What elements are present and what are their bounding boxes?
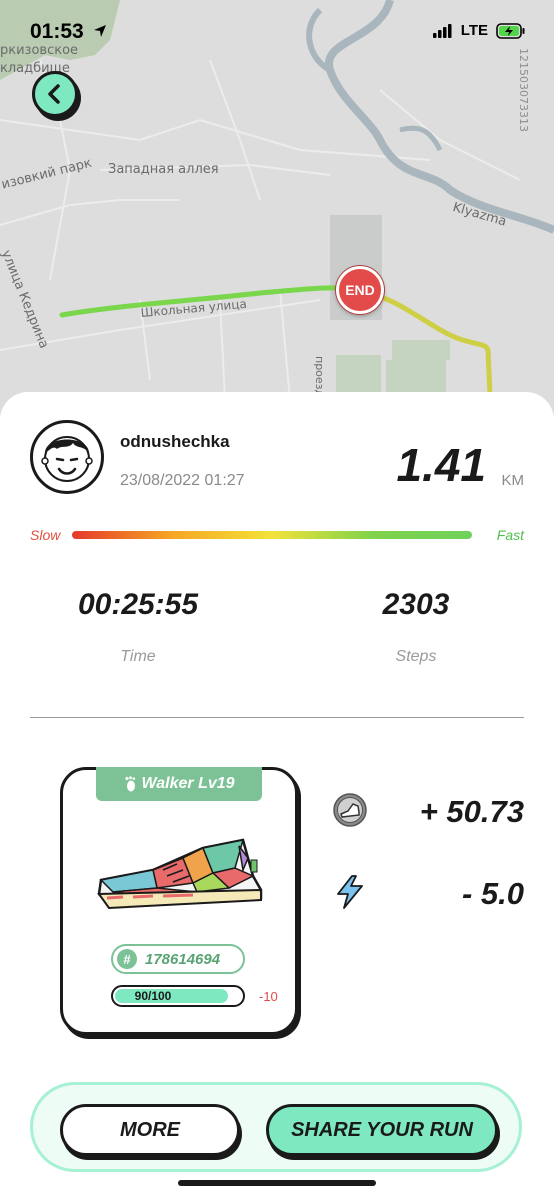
signal-icon xyxy=(432,23,452,38)
sneaker-id: 178614694 xyxy=(145,950,221,968)
avatar-face-icon xyxy=(41,436,93,482)
more-button[interactable]: MORE xyxy=(60,1104,240,1156)
route-end-marker: END xyxy=(336,266,384,314)
energy-value: - 5.0 xyxy=(461,876,524,911)
avatar[interactable] xyxy=(30,420,104,494)
time-label: Time xyxy=(120,648,156,665)
chevron-left-icon xyxy=(48,84,60,104)
run-summary-sheet: odnushechka 23/08/2022 01:27 1.41 KM Slo… xyxy=(0,392,554,1200)
map-side-code: 121503073313 xyxy=(517,48,530,132)
distance-value: 1.41 xyxy=(396,439,486,491)
earned-value: + 50.73 xyxy=(419,794,524,829)
energy-bolt-icon xyxy=(337,875,363,909)
back-button[interactable] xyxy=(32,71,78,117)
end-label: END xyxy=(345,282,375,298)
time-value: 00:25:55 xyxy=(77,588,199,621)
steps-label: Steps xyxy=(395,648,437,665)
home-indicator[interactable] xyxy=(178,1180,376,1186)
sneaker-level-tag: Walker Lv19 xyxy=(96,767,262,801)
durability-text: 90/100 xyxy=(134,989,172,1003)
username: odnushechka xyxy=(120,432,230,451)
network-type: LTE xyxy=(460,22,488,39)
sneaker-card[interactable]: Walker Lv19 # 178614694 90/100 -10 xyxy=(60,767,298,1035)
status-bar: 01:53 LTE xyxy=(0,0,554,60)
share-run-button[interactable]: SHARE YOUR RUN xyxy=(266,1104,498,1156)
bottom-action-bar: MORE SHARE YOUR RUN xyxy=(30,1082,522,1172)
speed-fast-label: Fast xyxy=(496,527,524,543)
durability-change: -10 xyxy=(259,989,278,1004)
run-datetime: 23/08/2022 01:27 xyxy=(120,472,245,489)
sneaker-level-text: Walker Lv19 xyxy=(141,775,235,792)
speed-slow-label: Slow xyxy=(30,527,61,543)
divider xyxy=(30,717,524,718)
distance-unit: KM xyxy=(501,472,525,489)
steps-value: 2303 xyxy=(382,588,450,621)
sneaker-token-icon xyxy=(333,793,367,827)
durability-bar: 90/100 xyxy=(111,985,245,1007)
status-time-text: 01:53 xyxy=(30,20,84,43)
sneaker-image xyxy=(97,838,263,910)
map-label-proezd: проезд xyxy=(313,356,326,398)
battery-charging-icon xyxy=(496,22,525,39)
hash-icon: # xyxy=(117,949,137,969)
status-right: LTE xyxy=(432,22,526,39)
location-arrow-icon xyxy=(93,25,106,37)
route-map[interactable]: ркизовское кладбище изовкий парк Западна… xyxy=(0,0,554,430)
footprint-icon xyxy=(125,776,136,792)
map-label-alley: Западная аллея xyxy=(108,162,219,177)
sneaker-id-badge: # 178614694 xyxy=(111,944,245,974)
status-time: 01:53 xyxy=(30,20,107,44)
speed-gradient-bar xyxy=(72,531,472,539)
